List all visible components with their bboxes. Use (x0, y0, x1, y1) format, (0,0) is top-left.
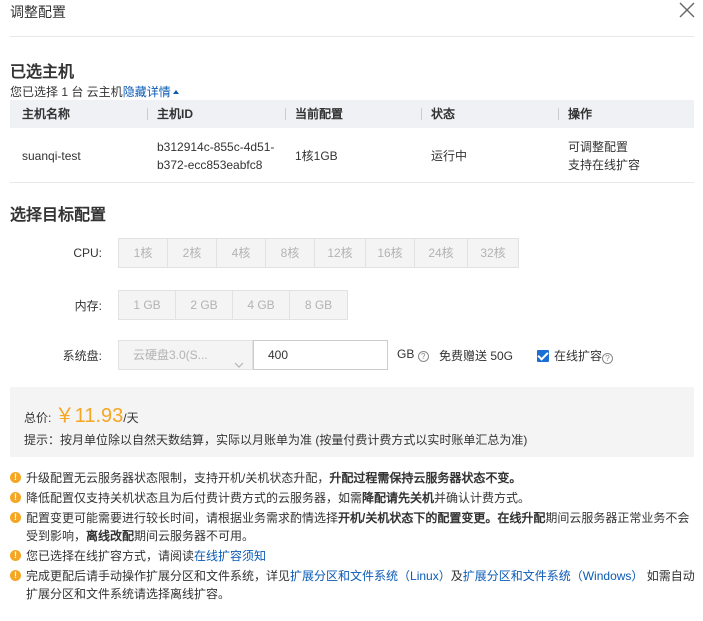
note-emphasis: 升配过程需保持云服务器状态不变。 (329, 471, 522, 485)
note-emphasis: 开机/关机状态下的配置变更。在线升配 (338, 511, 546, 525)
notes-list: ! 升级配置无云服务器状态限制，支持开机/关机状态升配，升配过程需保持云服务器状… (10, 469, 696, 605)
list-item: ! 您已选择在线扩容方式，请阅读在线扩容须知 (10, 547, 696, 565)
list-item: ! 配置变更可能需要进行较长时间，请根据业务需求酌情选择开机/关机状态下的配置变… (10, 509, 696, 545)
close-icon[interactable] (679, 2, 695, 18)
note-text: 降低配置仅支持关机状态且为后付费计费方式的云服务器，如需 (26, 491, 363, 505)
price-summary: 总价: ￥11.93/天 提示：按月单位除以自然天数结算，实际以月账单为准 (按… (10, 387, 694, 457)
warning-icon: ! (10, 570, 21, 581)
memory-option[interactable]: 8 GB (290, 291, 347, 319)
chevron-down-icon (234, 350, 244, 378)
note-emphasis: 降配请先关机 (362, 491, 435, 505)
memory-option[interactable]: 1 GB (119, 291, 176, 319)
header-divider (10, 36, 694, 37)
memory-selector: 1 GB 2 GB 4 GB 8 GB (118, 290, 348, 320)
note-text: 完成更配后请手动操作扩展分区和文件系统，详见 (26, 569, 291, 583)
note-text: 并确认计费方式。 (434, 491, 531, 505)
help-icon[interactable]: ? (602, 353, 614, 364)
warning-icon: ! (10, 512, 21, 523)
cpu-option[interactable]: 24核 (415, 239, 468, 267)
cpu-option[interactable]: 16核 (366, 239, 415, 267)
cpu-selector: 1核 2核 4核 8核 12核 16核 24核 32核 (118, 238, 519, 268)
col-host-id: 主机ID (157, 107, 194, 121)
col-current-config: 当前配置 (295, 107, 344, 121)
hosts-table-header: 主机名称 主机ID 当前配置 状态 操作 (10, 100, 694, 128)
cpu-option[interactable]: 32核 (468, 239, 518, 267)
column-separator (147, 108, 148, 120)
host-operation: 可调整配置 支持在线扩容 (568, 138, 640, 174)
system-disk-label: 系统盘: (62, 349, 102, 363)
disk-size-input[interactable]: 400 (253, 340, 388, 370)
operation-line2: 支持在线扩容 (568, 158, 641, 172)
host-id-line1: b312914c-855c-4d51- (157, 140, 275, 154)
note-text: 您已选择在线扩容方式，请阅读 (26, 549, 195, 563)
selected-count: 您已选择 1 台 云主机隐藏详情 (10, 83, 179, 100)
help-icon[interactable]: ? (417, 351, 429, 362)
disk-type-value: 云硬盘3.0(S... (133, 348, 208, 362)
windows-expand-link[interactable]: 扩展分区和文件系统（Windows） (463, 569, 644, 583)
col-host-name: 主机名称 (22, 107, 71, 121)
column-separator (421, 108, 422, 120)
price-tip: 提示：按月单位除以自然天数结算，实际以月账单为准 (按量付费计费方式以实时账单汇… (24, 433, 528, 447)
table-row: suanqi-test b312914c-855c-4d51- b372-ecc… (10, 128, 694, 183)
cpu-option[interactable]: 4核 (217, 239, 266, 267)
selected-hosts-heading: 已选主机 (10, 64, 75, 81)
memory-label: 内存: (74, 299, 102, 313)
warning-icon: ! (10, 472, 21, 483)
checkbox-checked-icon[interactable] (537, 350, 549, 362)
price-label: 总价: (24, 411, 52, 425)
note-text: 升级配置无云服务器状态限制，支持开机/关机状态升配， (26, 471, 330, 485)
disk-type-select[interactable]: 云硬盘3.0(S... (118, 340, 253, 370)
host-id-line2: b372-ecc853eabfc8 (157, 158, 263, 172)
online-expand-notice-link[interactable]: 在线扩容须知 (194, 549, 266, 563)
list-item: ! 完成更配后请手动操作扩展分区和文件系统，详见扩展分区和文件系统（Linux）… (10, 567, 696, 603)
target-config-heading: 选择目标配置 (10, 207, 107, 224)
current-config: 1核1GB (295, 149, 338, 163)
price-unit: /天 (123, 411, 139, 425)
host-status: 运行中 (431, 149, 468, 163)
disk-unit-text: GB (397, 347, 415, 361)
caret-up-icon[interactable] (172, 90, 179, 94)
linux-expand-link[interactable]: 扩展分区和文件系统（Linux） (290, 569, 451, 583)
note-text: 及 (450, 569, 463, 583)
warning-icon: ! (10, 550, 21, 561)
cpu-option[interactable]: 12核 (315, 239, 366, 267)
cpu-option[interactable]: 8核 (266, 239, 315, 267)
col-status: 状态 (431, 107, 456, 121)
list-item: ! 升级配置无云服务器状态限制，支持开机/关机状态升配，升配过程需保持云服务器状… (10, 469, 696, 487)
disk-free-text: 免费赠送 50G (439, 349, 514, 363)
price-amount: ￥11.93 (54, 405, 124, 427)
memory-option[interactable]: 4 GB (233, 291, 290, 319)
total-price: 总价: ￥11.93/天 (24, 399, 139, 428)
cpu-label: CPU: (73, 246, 102, 260)
note-text: 期间云服务器不可用。 (134, 529, 255, 543)
hide-details-link[interactable]: 隐藏详情 (123, 85, 171, 99)
list-item: ! 降低配置仅支持关机状态且为后付费计费方式的云服务器，如需降配请先关机并确认计… (10, 489, 696, 507)
column-separator (558, 108, 559, 120)
online-expand-label: 在线扩容 (554, 349, 603, 363)
selected-count-text: 您已选择 1 台 云主机 (10, 85, 123, 99)
col-operation: 操作 (568, 107, 593, 121)
warning-icon: ! (10, 492, 21, 503)
online-expand-checkbox[interactable]: 在线扩容? (537, 347, 614, 364)
dialog-title: 调整配置 (10, 4, 66, 20)
cpu-option[interactable]: 2核 (168, 239, 217, 267)
cpu-option[interactable]: 1核 (119, 239, 168, 267)
host-id: b312914c-855c-4d51- b372-ecc853eabfc8 (157, 138, 274, 174)
memory-option[interactable]: 2 GB (176, 291, 233, 319)
disk-unit: GB ? (397, 347, 429, 362)
column-separator (285, 108, 286, 120)
operation-line1: 可调整配置 (568, 140, 629, 154)
note-emphasis: 离线改配 (86, 529, 135, 543)
host-name: suanqi-test (22, 149, 81, 163)
note-text: 配置变更可能需要进行较长时间，请根据业务需求酌情选择 (26, 511, 339, 525)
